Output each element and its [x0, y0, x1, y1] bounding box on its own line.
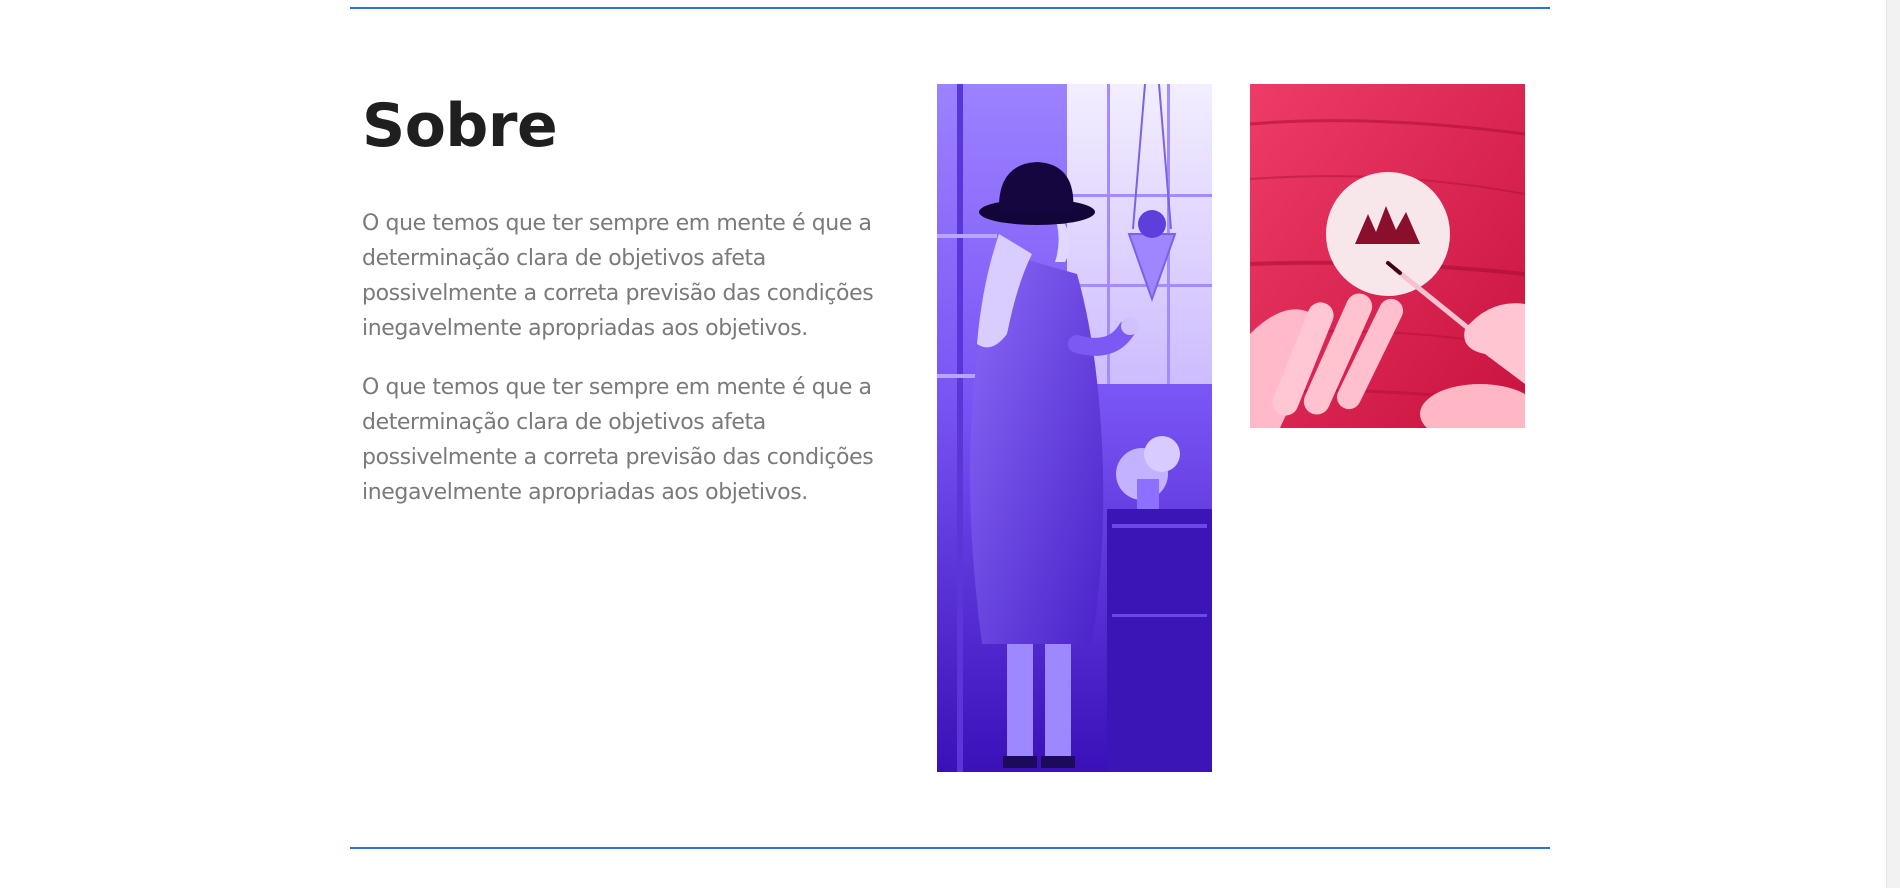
vertical-scrollbar[interactable]	[1886, 0, 1900, 888]
top-divider	[350, 7, 1550, 9]
about-text-block: Sobre O que temos que ter sempre em ment…	[362, 84, 907, 534]
about-paragraph-1: O que temos que ter sempre em mente é qu…	[362, 211, 874, 341]
bottom-divider	[350, 847, 1550, 849]
hands-painting-photo	[1250, 84, 1525, 428]
about-paragraph-2: O que temos que ter sempre em mente é qu…	[362, 375, 874, 505]
about-section: Sobre O que temos que ter sempre em ment…	[0, 0, 1900, 888]
about-title: Sobre	[362, 91, 558, 161]
woman-in-hat-photo	[937, 84, 1212, 772]
